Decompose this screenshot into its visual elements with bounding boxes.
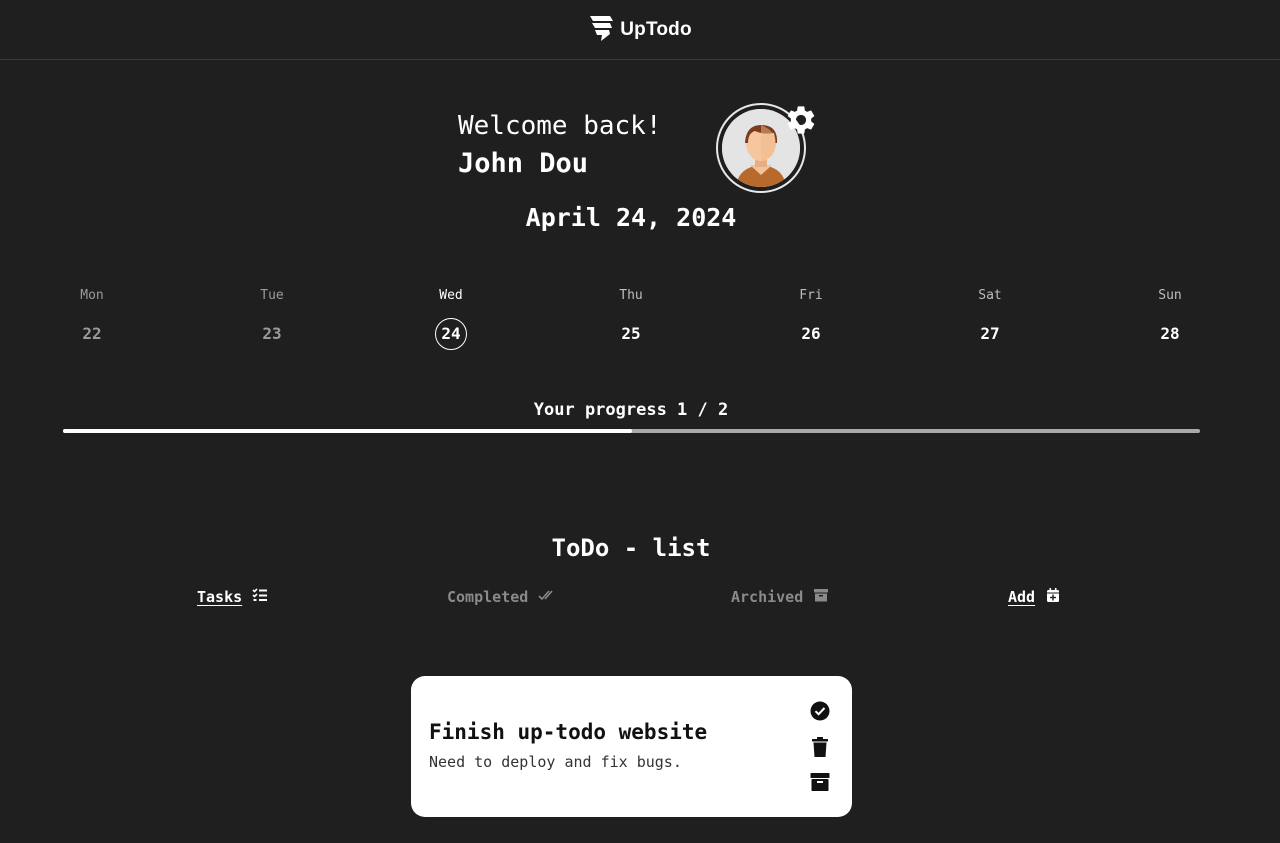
- day-number: 23: [262, 324, 282, 343]
- welcome-block: Welcome back! John Dou: [458, 108, 662, 184]
- app-name: UpTodo: [620, 18, 692, 40]
- archive-icon[interactable]: [809, 771, 831, 793]
- week-strip: Mon 22 Tue 23 Wed 24 Thu 25 Fri 26 Sat 2…: [0, 286, 1280, 356]
- day-name: Wed: [439, 288, 463, 303]
- day-number: 24: [435, 318, 467, 350]
- day-name: Mon: [80, 288, 104, 303]
- day-number: 22: [82, 324, 102, 343]
- brand[interactable]: UpTodo: [588, 14, 692, 46]
- app-header: UpTodo: [0, 0, 1280, 60]
- tab-archived[interactable]: Archived: [731, 585, 829, 609]
- day-name: Fri: [799, 288, 823, 303]
- tab-label: Completed: [447, 588, 529, 606]
- tab-label: Archived: [731, 588, 804, 606]
- trash-icon[interactable]: [809, 736, 831, 758]
- day-thu[interactable]: Thu 25: [591, 286, 671, 350]
- day-mon[interactable]: Mon 22: [52, 286, 132, 350]
- uptodo-logo-icon: [588, 14, 614, 46]
- day-sun[interactable]: Sun 28: [1130, 286, 1210, 350]
- gear-icon[interactable]: [784, 103, 818, 137]
- archive-box-icon: [813, 587, 829, 607]
- day-name: Sun: [1158, 288, 1182, 303]
- user-name: John Dou: [458, 148, 589, 179]
- calendar-plus-icon: [1045, 587, 1061, 607]
- day-fri[interactable]: Fri 26: [771, 286, 851, 350]
- progress-label: Your progress 1 / 2: [533, 400, 729, 420]
- greeting-text: Welcome back!: [458, 111, 662, 141]
- day-tue[interactable]: Tue 23: [232, 286, 312, 350]
- tab-completed[interactable]: Completed: [447, 585, 554, 609]
- task-card[interactable]: Finish up-todo website Need to deploy an…: [411, 676, 852, 817]
- tab-label: Add: [1008, 588, 1036, 606]
- progress-bar: [63, 429, 1200, 433]
- day-name: Thu: [619, 288, 643, 303]
- day-number: 26: [801, 324, 821, 343]
- check-circle-icon[interactable]: [809, 700, 831, 722]
- tab-add[interactable]: Add: [1008, 585, 1061, 609]
- tab-tasks[interactable]: Tasks: [197, 585, 268, 609]
- tab-label: Tasks: [197, 588, 243, 606]
- day-number: 25: [621, 324, 641, 343]
- task-description: Need to deploy and fix bugs.: [429, 753, 682, 771]
- task-title: Finish up-todo website: [429, 720, 708, 744]
- double-check-icon: [538, 587, 554, 607]
- todo-list-title: ToDo - list: [551, 534, 711, 562]
- day-name: Sat: [978, 288, 1002, 303]
- day-number: 27: [980, 324, 1000, 343]
- day-name: Tue: [260, 288, 284, 303]
- current-date: April 24, 2024: [525, 203, 737, 232]
- profile-block: [716, 103, 815, 193]
- progress-fill: [63, 429, 632, 433]
- day-number: 28: [1160, 324, 1180, 343]
- day-sat[interactable]: Sat 27: [950, 286, 1030, 350]
- checklist-icon: [252, 587, 268, 607]
- day-wed[interactable]: Wed 24: [411, 286, 491, 350]
